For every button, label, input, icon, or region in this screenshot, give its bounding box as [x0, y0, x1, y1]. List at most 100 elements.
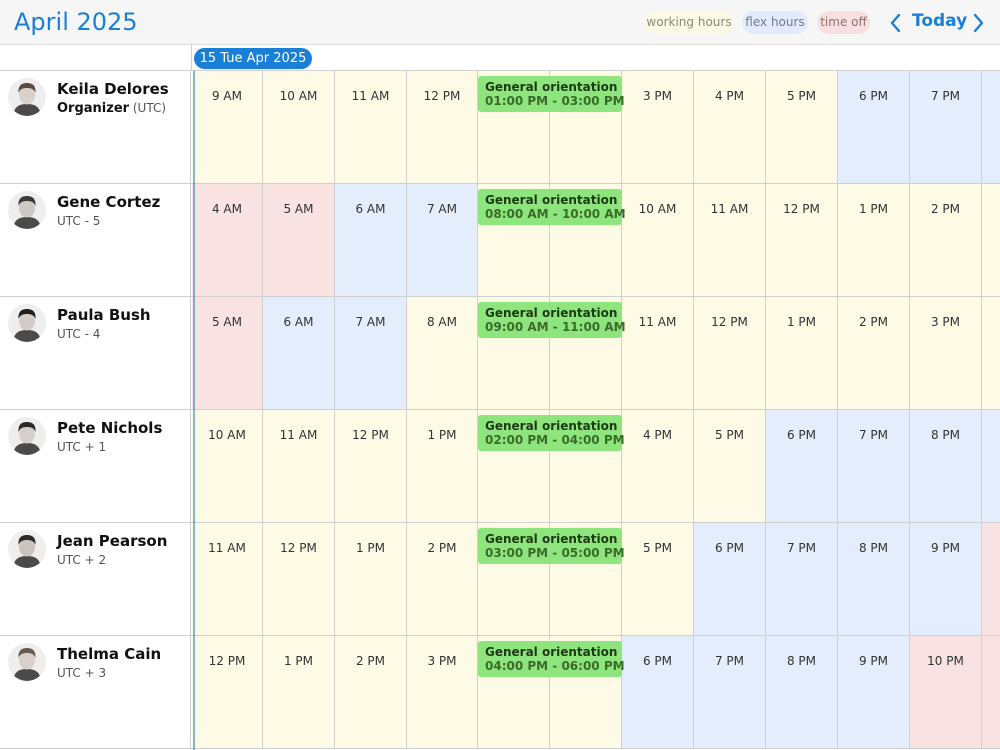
time-slot[interactable]: 4 PM [622, 410, 694, 522]
event-block[interactable]: General orientation 08:00 AM - 10:00 AM [478, 189, 626, 225]
time-slot[interactable]: 10 AM [622, 184, 694, 296]
time-slot[interactable]: 9 PM [910, 523, 982, 635]
time-slot[interactable]: 7 PM [766, 523, 838, 635]
time-slot[interactable]: 9 AM [192, 71, 263, 183]
time-slot[interactable]: 12 PM [192, 636, 263, 748]
time-slot[interactable]: 6 PM [694, 523, 766, 635]
time-slot[interactable]: 7 AM [335, 297, 407, 409]
time-slot[interactable]: 10 PM [910, 636, 982, 748]
time-slot[interactable]: 6 PM [766, 410, 838, 522]
time-slot[interactable]: 7 PM [694, 636, 766, 748]
time-slot[interactable] [982, 297, 1000, 409]
time-slot[interactable]: 5 AM [192, 297, 263, 409]
attendee-name: Pete Nichols [57, 419, 163, 437]
time-slot[interactable]: 3 PM [407, 636, 478, 748]
attendee-row: Gene Cortez UTC - 5 4 AM 5 AM 6 AM 7 AM 10 AM 1… [0, 184, 1000, 297]
time-slot[interactable]: 2 PM [910, 184, 982, 296]
event-title: General orientation [485, 193, 618, 207]
time-slot-label: 2 PM [930, 202, 961, 216]
time-slot[interactable] [982, 636, 1000, 748]
time-slot-label: 11 AM [208, 541, 246, 555]
time-slot[interactable]: 8 PM [838, 523, 910, 635]
time-slot[interactable]: 12 PM [263, 523, 335, 635]
time-slot-label: 12 PM [783, 202, 820, 216]
time-slot-label: 3 PM [427, 654, 457, 668]
time-slot[interactable]: 7 AM [407, 184, 478, 296]
time-slot[interactable]: 5 AM [263, 184, 335, 296]
time-slot-label: 2 PM [355, 654, 386, 668]
time-slot-label: 10 PM [927, 654, 964, 668]
time-slot[interactable]: 1 PM [838, 184, 910, 296]
attendee-row: Jean Pearson UTC + 2 11 AM 12 PM 1 PM 2 PM 5 P… [0, 523, 1000, 636]
time-slot[interactable]: 8 PM [766, 636, 838, 748]
event-block[interactable]: General orientation 01:00 PM - 03:00 PM [478, 76, 625, 112]
time-slot-label: 4 PM [642, 428, 673, 442]
time-slot-label: 12 PM [423, 89, 461, 103]
time-slot[interactable]: 8 PM [910, 410, 982, 522]
event-block[interactable]: General orientation 09:00 AM - 11:00 AM [478, 302, 626, 338]
time-slot-label: 8 PM [858, 541, 889, 555]
time-slot[interactable]: 12 PM [766, 184, 838, 296]
time-slot[interactable]: 5 PM [694, 410, 766, 522]
time-slot-label: 12 PM [208, 654, 246, 668]
time-slot[interactable]: 12 PM [407, 71, 478, 183]
time-slot[interactable]: 3 PM [622, 71, 694, 183]
time-slot[interactable]: 6 AM [263, 297, 335, 409]
time-slot-label: 12 PM [711, 315, 748, 329]
time-slot[interactable]: 4 PM [694, 71, 766, 183]
time-slot[interactable]: 11 AM [622, 297, 694, 409]
time-slot[interactable]: 5 PM [622, 523, 694, 635]
chevron-right-icon[interactable] [967, 10, 989, 36]
time-slot[interactable]: 12 PM [694, 297, 766, 409]
avatar [8, 417, 46, 455]
time-slot-label: 6 AM [283, 315, 314, 329]
time-slot[interactable]: 11 AM [335, 71, 407, 183]
time-slot-label: 6 PM [786, 428, 817, 442]
chevron-left-icon[interactable] [885, 10, 907, 36]
time-slot[interactable]: 10 AM [263, 71, 335, 183]
time-slot[interactable]: 1 PM [766, 297, 838, 409]
attendee-timezone: UTC - 4 [57, 327, 101, 341]
time-slot[interactable]: 2 PM [407, 523, 478, 635]
time-slot[interactable]: 1 PM [335, 523, 407, 635]
time-slot[interactable]: 7 PM [910, 71, 982, 183]
time-slot[interactable]: 11 AM [694, 184, 766, 296]
time-slot[interactable] [982, 71, 1000, 183]
time-slot[interactable]: 7 PM [838, 410, 910, 522]
time-slot[interactable]: 3 PM [910, 297, 982, 409]
time-slot[interactable] [982, 410, 1000, 522]
time-slot[interactable]: 4 AM [192, 184, 263, 296]
time-slot[interactable]: 11 AM [263, 410, 335, 522]
time-slot[interactable] [982, 523, 1000, 635]
time-slot[interactable]: 11 AM [192, 523, 263, 635]
time-slot[interactable]: 10 AM [192, 410, 263, 522]
event-time: 02:00 PM - 04:00 PM [485, 433, 625, 447]
event-title: General orientation [485, 419, 618, 433]
time-slot[interactable]: 1 PM [407, 410, 478, 522]
time-slot[interactable]: 9 PM [838, 636, 910, 748]
time-slot[interactable]: 6 AM [335, 184, 407, 296]
avatar [8, 643, 46, 681]
event-block[interactable]: General orientation 04:00 PM - 06:00 PM [478, 641, 625, 677]
time-slot[interactable]: 2 PM [838, 297, 910, 409]
avatar [8, 304, 46, 342]
time-slot-label: 11 AM [351, 89, 390, 103]
attendee-info: Jean Pearson UTC + 2 [0, 523, 191, 635]
time-slot[interactable]: 12 PM [335, 410, 407, 522]
today-button[interactable]: Today [912, 11, 967, 31]
time-slot[interactable]: 6 PM [622, 636, 694, 748]
time-slot[interactable]: 8 AM [407, 297, 478, 409]
event-title: General orientation [485, 532, 618, 546]
time-slot-label: 7 PM [930, 89, 961, 103]
time-slot[interactable] [982, 184, 1000, 296]
time-slot[interactable]: 1 PM [263, 636, 335, 748]
attendee-timezone: UTC + 3 [57, 666, 107, 680]
time-slot[interactable]: 6 PM [838, 71, 910, 183]
event-block[interactable]: General orientation 03:00 PM - 05:00 PM [478, 528, 625, 564]
event-block[interactable]: General orientation 02:00 PM - 04:00 PM [478, 415, 625, 451]
time-slot[interactable]: 2 PM [335, 636, 407, 748]
time-slot[interactable]: 5 PM [766, 71, 838, 183]
time-slot-label: 1 PM [283, 654, 314, 668]
current-date-chip[interactable]: 15 Tue Apr 2025 [194, 48, 312, 69]
time-slot-label: 1 PM [355, 541, 386, 555]
